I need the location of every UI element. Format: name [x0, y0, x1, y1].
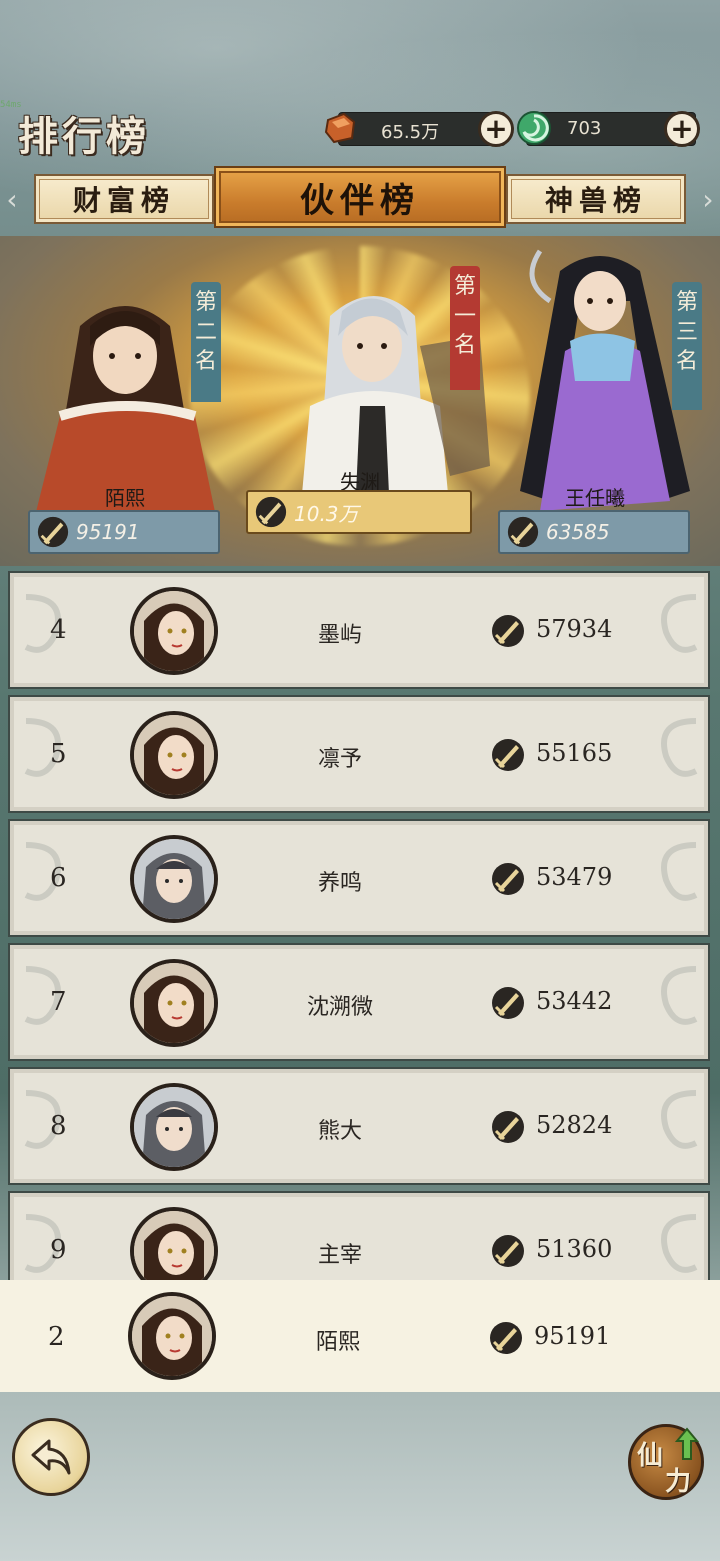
first-place-rank-banner: 第 一 名: [450, 266, 480, 390]
xianli-boost-button[interactable]: 仙 力: [628, 1424, 704, 1500]
cloud-swirl-icon: [661, 594, 698, 653]
power-value: 57934: [536, 615, 613, 643]
rank-number: 4: [50, 615, 67, 645]
list-item[interactable]: 5 凛予 55165: [8, 695, 710, 813]
rank-number: 6: [50, 863, 67, 893]
third-place-name: 王任曦: [565, 486, 625, 510]
first-place-power-plate: 10.3万: [246, 490, 472, 534]
back-arrow-icon: [31, 1439, 71, 1475]
cloud-swirl-icon: [24, 594, 61, 653]
sword-power-icon: [492, 615, 524, 647]
rank-char: 三: [675, 319, 698, 345]
rank-char: 名: [453, 333, 476, 359]
my-rank-number: 2: [48, 1322, 65, 1352]
female-avatar-icon: [134, 715, 214, 795]
cloud-swirl-icon: [661, 842, 698, 901]
avatar: [130, 587, 218, 675]
cloud-swirl-icon: [24, 718, 61, 777]
sword-power-icon: [255, 496, 287, 528]
rank-char: 一: [453, 303, 476, 329]
xianli-char: 仙: [637, 1441, 664, 1471]
back-button[interactable]: [12, 1418, 90, 1496]
gold-amount: 65.5万: [381, 122, 440, 143]
sword-power-icon: [492, 739, 524, 771]
tab-beast[interactable]: 神兽榜: [506, 174, 686, 224]
my-avatar: [128, 1292, 216, 1380]
tab-partner[interactable]: 伙伴榜: [214, 166, 506, 228]
third-place-power-plate: 63585: [498, 510, 690, 554]
sword-power-icon: [507, 516, 539, 548]
rank-char: 第: [675, 290, 698, 315]
sword-power-icon: [37, 516, 69, 548]
second-place-power: 95191: [76, 520, 140, 544]
cloud-swirl-icon: [661, 1090, 698, 1149]
add-jade-button[interactable]: +: [664, 111, 700, 147]
player-name: 熊大: [317, 1119, 362, 1144]
cloud-swirl-icon: [24, 966, 61, 1025]
player-name: 主宰: [317, 1243, 362, 1268]
rank-char: 名: [194, 349, 217, 375]
player-name: 凛予: [317, 747, 362, 772]
page-title: 排行榜: [18, 113, 150, 160]
player-name: 沈溯微: [306, 995, 373, 1020]
avatar: [130, 835, 218, 923]
list-item[interactable]: 8 熊大 52824: [8, 1067, 710, 1185]
list-item[interactable]: 6 养鸣 53479: [8, 819, 710, 937]
my-rank-row[interactable]: 2 陌熙 95191: [0, 1280, 720, 1392]
player-name: 养鸣: [317, 871, 362, 896]
tab-wealth[interactable]: 财富榜: [34, 174, 214, 224]
rank-char: 第: [194, 290, 217, 315]
jade-amount: 703: [567, 118, 602, 139]
sword-power-icon: [492, 987, 524, 1019]
first-place-power: 10.3万: [294, 501, 359, 526]
cloud-swirl-icon: [24, 842, 61, 901]
male-avatar-icon: [134, 839, 214, 919]
power-value: 51360: [536, 1235, 613, 1263]
player-name: 墨屿: [317, 623, 362, 648]
sword-power-icon: [492, 1111, 524, 1143]
sword-power-icon: [490, 1322, 522, 1354]
rank-number: 7: [50, 987, 67, 1017]
xianli-char: 力: [665, 1467, 692, 1497]
sword-power-icon: [492, 863, 524, 895]
third-place-power: 63585: [546, 520, 610, 544]
power-value: 52824: [536, 1111, 613, 1139]
female-avatar-icon: [134, 591, 214, 671]
gold-ingot-icon: [324, 112, 356, 144]
list-item[interactable]: 7 沈溯微 53442: [8, 943, 710, 1061]
avatar: [130, 1083, 218, 1171]
top-three-podium: 第 二 名 第 一 名 第 三 名 陌熙 失渊 王任曦 95191 10.3万 …: [0, 236, 720, 566]
third-place-rank-banner: 第 三 名: [672, 282, 702, 410]
cloud-swirl-icon: [661, 966, 698, 1025]
second-place-name: 陌熙: [105, 486, 145, 510]
female-avatar-icon: [134, 963, 214, 1043]
avatar: [130, 711, 218, 799]
female-avatar-icon: [134, 1211, 214, 1291]
rank-char: 二: [194, 319, 217, 345]
add-gold-button[interactable]: +: [478, 111, 514, 147]
ranking-tab-bar: 财富榜 神兽榜 伙伴榜: [0, 166, 720, 232]
list-item[interactable]: 4 墨屿 57934: [8, 571, 710, 689]
rank-char: 第: [453, 274, 476, 299]
rank-number: 9: [50, 1235, 67, 1265]
cloud-swirl-icon: [24, 1090, 61, 1149]
cloud-swirl-icon: [661, 718, 698, 777]
my-player-name: 陌熙: [315, 1330, 360, 1355]
power-value: 53479: [536, 863, 613, 891]
rank-number: 8: [50, 1111, 67, 1141]
second-place-power-plate: 95191: [28, 510, 220, 554]
male-avatar-icon: [134, 1087, 214, 1167]
power-value: 55165: [536, 739, 613, 767]
rank-char: 名: [675, 349, 698, 375]
female-avatar-icon: [132, 1296, 212, 1376]
up-arrow-icon: [675, 1427, 699, 1460]
sword-power-icon: [492, 1235, 524, 1267]
my-power-value: 95191: [534, 1322, 611, 1350]
avatar: [130, 959, 218, 1047]
second-place-rank-banner: 第 二 名: [191, 282, 221, 402]
jade-swirl-icon: [517, 111, 551, 145]
rank-number: 5: [50, 739, 67, 769]
power-value: 53442: [536, 987, 613, 1015]
